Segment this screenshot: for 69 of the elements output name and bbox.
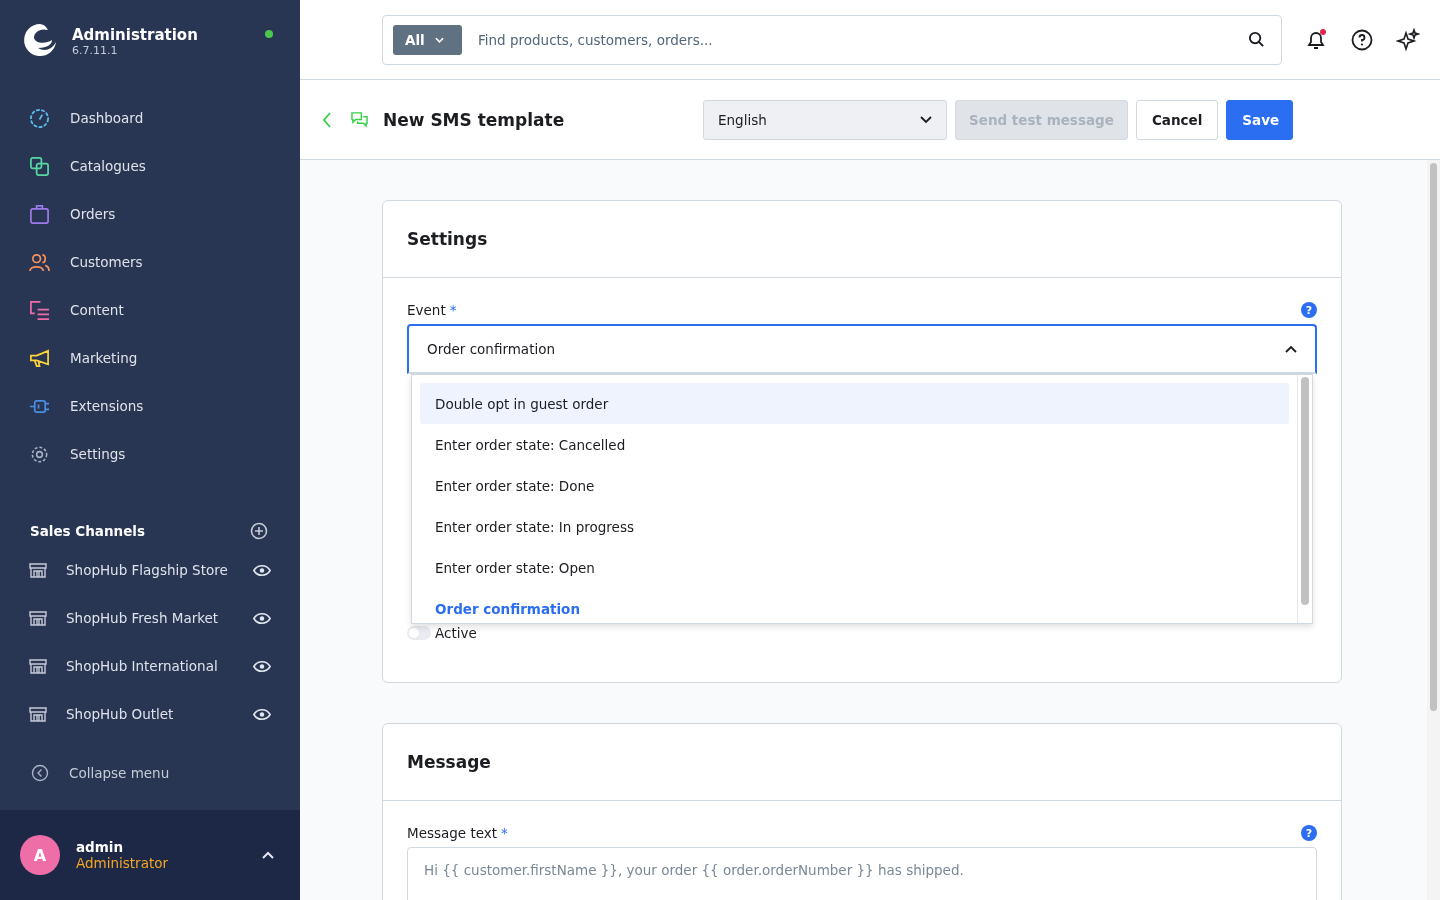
gauge-icon xyxy=(29,107,50,129)
megaphone-icon xyxy=(29,347,50,369)
bag-icon xyxy=(29,203,50,225)
sales-channel-item[interactable]: ShopHub Flagship Store xyxy=(29,561,228,579)
chevron-icon xyxy=(1285,345,1297,353)
user-name: admin xyxy=(76,839,125,855)
storefront-icon xyxy=(29,609,47,627)
eye-icon[interactable] xyxy=(253,563,271,577)
toggle-label: Active xyxy=(435,625,477,641)
dropdown-option[interactable]: Enter order state: Cancelled xyxy=(420,424,1289,465)
dropdown-option[interactable]: Enter order state: In progress xyxy=(420,506,1289,547)
field-label: Message text * xyxy=(407,825,508,841)
chevron-left-icon xyxy=(31,764,49,782)
search-icon[interactable] xyxy=(1248,31,1265,48)
save-button[interactable]: Save xyxy=(1226,99,1294,140)
card-title: Settings xyxy=(383,201,1341,278)
sales-channel-item[interactable]: ShopHub Outlet xyxy=(29,705,174,723)
language-select[interactable]: English xyxy=(703,99,947,140)
dropdown-option[interactable]: Enter order state: Open xyxy=(420,547,1289,588)
scope-dropdown[interactable]: All xyxy=(393,24,462,55)
toggle-switch[interactable] xyxy=(407,626,431,640)
help-icon[interactable]: ? xyxy=(1301,302,1317,318)
page-title: New SMS template xyxy=(383,109,566,130)
help-icon[interactable]: ? xyxy=(1301,825,1317,841)
storefront-icon xyxy=(29,657,47,675)
avatar: A xyxy=(20,835,60,875)
eye-icon[interactable] xyxy=(253,707,271,721)
nav-item[interactable]: Orders xyxy=(0,190,300,238)
dropdown-option[interactable]: Enter order state: Done xyxy=(420,465,1289,506)
users-icon xyxy=(29,251,50,273)
sales-channel-item[interactable]: ShopHub International xyxy=(29,657,218,675)
nav-item[interactable]: Catalogues xyxy=(0,142,300,190)
search-field[interactable]: All Find products, customers, orders... xyxy=(382,14,1282,65)
app-title: Administration xyxy=(72,26,198,44)
cancel-button[interactable]: Cancel xyxy=(1135,99,1219,140)
field-label: Event * xyxy=(407,302,457,318)
content-icon xyxy=(29,299,50,321)
dropdown-option[interactable]: Order confirmation xyxy=(420,588,1289,623)
help-icon[interactable] xyxy=(1350,27,1374,52)
nav-item[interactable]: Content xyxy=(0,286,300,334)
storefront-icon xyxy=(29,561,47,579)
message-textarea[interactable]: Hi {{ customer.firstName }}, your order {{ order.orderNumber }} has shipped. xyxy=(407,847,1317,900)
chat-icon xyxy=(350,111,369,128)
dropdown-option[interactable]: Double opt in guest order xyxy=(420,383,1289,424)
add-icon[interactable] xyxy=(250,522,268,540)
chevron-up-icon xyxy=(262,851,274,859)
nav-item[interactable]: Settings xyxy=(0,430,300,478)
user-role: Administrator xyxy=(76,855,170,871)
nav-item[interactable]: Marketing xyxy=(0,334,300,382)
nav-item[interactable]: Customers xyxy=(0,238,300,286)
scrollbar-thumb[interactable] xyxy=(1301,377,1309,605)
storefront-icon xyxy=(29,705,47,723)
eye-icon[interactable] xyxy=(253,659,271,673)
event-select[interactable]: Order confirmation xyxy=(407,324,1317,374)
app-version: 6.7.11.1 xyxy=(72,44,119,57)
sales-channel-item[interactable]: ShopHub Fresh Market xyxy=(29,609,219,627)
sparkle-icon[interactable] xyxy=(1396,27,1420,52)
user-panel[interactable]: A admin Administrator xyxy=(0,810,300,900)
card-title: Message xyxy=(383,724,1341,801)
collapse-menu-link[interactable]: Collapse menu xyxy=(0,749,300,797)
nav-item[interactable]: Extensions xyxy=(0,382,300,430)
copy-icon xyxy=(29,155,50,177)
eye-icon[interactable] xyxy=(253,611,271,625)
scrollbar-thumb[interactable] xyxy=(1430,163,1437,711)
caret-icon xyxy=(434,36,444,43)
logo-icon xyxy=(22,22,58,58)
caret-icon xyxy=(920,115,932,124)
section-heading: Sales Channels xyxy=(30,523,146,539)
nav-item[interactable]: Dashboard xyxy=(0,94,300,142)
